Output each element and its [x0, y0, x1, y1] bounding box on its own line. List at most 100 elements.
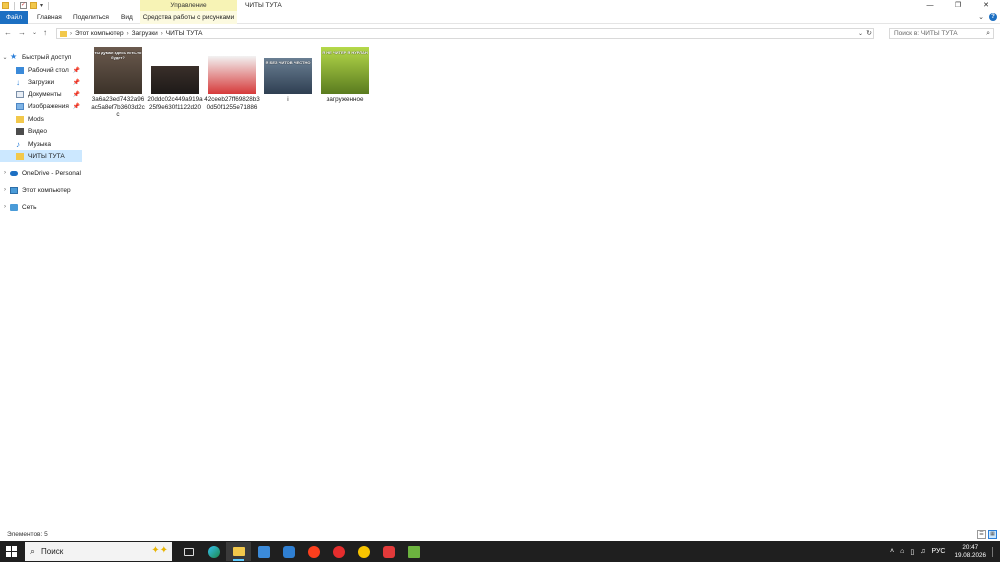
- file-explorer-icon[interactable]: [226, 542, 251, 561]
- expand-chevron-icon[interactable]: ›: [0, 187, 10, 193]
- cloud-icon: [10, 170, 18, 176]
- close-button[interactable]: ✕: [972, 0, 1000, 11]
- up-arrow-icon[interactable]: ↑: [43, 28, 47, 38]
- sidebar-item-label: Изображения: [28, 102, 69, 110]
- pin-icon[interactable]: 📌: [73, 79, 80, 86]
- details-view-icon[interactable]: ☰: [977, 530, 986, 539]
- large-icons-view-icon[interactable]: ▦: [988, 530, 997, 539]
- network-icon: [10, 203, 18, 211]
- expand-ribbon-chevron-icon[interactable]: ⌄: [978, 13, 984, 21]
- sidebar-item-quick-access[interactable]: ⌄ ★ Быстрый доступ: [0, 51, 82, 63]
- tab-picture-tools[interactable]: Средства работы с рисунками: [140, 11, 237, 24]
- video-app-icon[interactable]: [376, 542, 401, 561]
- system-tray: ˄ ⌂ ▯ ♫ РУС 20:47 19.08.2026: [887, 541, 1000, 562]
- sidebar-item-label: Видео: [28, 127, 47, 135]
- folder-icon: [60, 30, 67, 37]
- ribbon-right-controls: ⌄ ?: [978, 13, 997, 21]
- search-input[interactable]: Поиск в: ЧИТЫ ТУТА ⌕: [889, 28, 994, 39]
- navigation-bar: ← → ⌄ ↑ › Этот компьютер › Загрузки › ЧИ…: [0, 25, 1000, 41]
- task-view-icon[interactable]: [176, 542, 201, 561]
- yandex-browser-icon[interactable]: [301, 542, 326, 561]
- customize-toolbar-chevron-icon[interactable]: ▾: [40, 2, 43, 9]
- recent-locations-chevron-icon[interactable]: ⌄: [32, 28, 37, 38]
- file-name: загруженное: [326, 96, 364, 103]
- file-name: 20ddc02c449a919a25f9e630f1122d20: [147, 96, 203, 111]
- sidebar-item-videos[interactable]: Видео: [0, 125, 82, 137]
- new-folder-icon[interactable]: [30, 2, 37, 9]
- sidebar-item-label: ЧИТЫ ТУТА: [28, 152, 65, 160]
- file-tile[interactable]: Я БЕЗ ЧИТОВ ЧЕСТНО i: [260, 45, 316, 104]
- toolbar-divider: [48, 1, 50, 10]
- file-tile[interactable]: ты думал здесь есть-то будет? 3a6a23ed74…: [90, 45, 146, 119]
- file-tile[interactable]: 42ceeb27ff69828b30d50f1255e71886: [204, 45, 260, 111]
- sidebar-item-onedrive[interactable]: › OneDrive - Personal: [0, 167, 82, 179]
- volume-icon[interactable]: ♫: [920, 548, 925, 555]
- sidebar-item-pictures[interactable]: Изображения 📌: [0, 100, 82, 112]
- folder-icon: [2, 2, 9, 9]
- forward-arrow-icon[interactable]: →: [18, 28, 26, 38]
- expand-chevron-icon[interactable]: ›: [0, 170, 10, 176]
- sidebar-item-label: OneDrive - Personal: [22, 169, 81, 177]
- sidebar-item-downloads[interactable]: ↓ Загрузки 📌: [0, 76, 82, 88]
- sidebar-item-desktop[interactable]: Рабочий стол 📌: [0, 64, 82, 76]
- input-language[interactable]: РУС: [931, 548, 945, 555]
- taskbar: ⌕ Поиск ✦✦ ˄ ⌂ ▯ ♫ РУС 20:47 19.08.2026: [0, 541, 1000, 562]
- sidebar-item-network[interactable]: › Сеть: [0, 201, 82, 213]
- sidebar-item-mods[interactable]: Mods: [0, 113, 82, 125]
- edge-icon[interactable]: [201, 542, 226, 561]
- video-icon: [16, 127, 24, 135]
- music-app-icon[interactable]: [351, 542, 376, 561]
- network-tray-icon[interactable]: ⌂: [900, 548, 904, 555]
- maximize-button[interactable]: ❐: [944, 0, 972, 11]
- search-icon: ⌕: [30, 546, 36, 556]
- file-view: ты думал здесь есть-то будет? 3a6a23ed74…: [88, 45, 988, 525]
- breadcrumb-separator-icon[interactable]: ›: [127, 31, 129, 37]
- microsoft-store-icon[interactable]: [251, 542, 276, 561]
- help-icon[interactable]: ?: [989, 13, 997, 21]
- taskbar-search-box[interactable]: ⌕ Поиск ✦✦: [25, 542, 172, 561]
- tab-home[interactable]: Главная: [31, 11, 68, 24]
- sidebar-item-current-folder[interactable]: ЧИТЫ ТУТА: [0, 150, 82, 162]
- yandex-icon[interactable]: [326, 542, 351, 561]
- collapse-chevron-icon[interactable]: ⌄: [0, 54, 10, 61]
- back-arrow-icon[interactable]: ←: [4, 28, 12, 38]
- clock[interactable]: 20:47 19.08.2026: [954, 544, 986, 560]
- file-tile[interactable]: Я НЕ ЧИТЕР Я НУРЛАН загруженное: [317, 45, 373, 104]
- show-hidden-icons-chevron-icon[interactable]: ˄: [890, 548, 894, 555]
- address-dropdown-chevron-icon[interactable]: ⌄: [858, 30, 863, 37]
- sidebar-item-music[interactable]: ♪ Музыка: [0, 138, 82, 150]
- tab-view[interactable]: Вид: [115, 11, 139, 24]
- breadcrumb-downloads[interactable]: Загрузки: [132, 30, 158, 37]
- clock-time: 20:47: [962, 543, 979, 551]
- refresh-icon[interactable]: ↻: [866, 29, 872, 37]
- properties-icon[interactable]: ✓: [20, 2, 27, 9]
- folder-icon: [16, 152, 24, 160]
- breadcrumb-current-folder[interactable]: ЧИТЫ ТУТА: [166, 30, 203, 37]
- context-tab-header: Управление: [140, 0, 237, 11]
- file-tile[interactable]: 20ddc02c449a919a25f9e630f1122d20: [147, 45, 203, 111]
- pin-icon[interactable]: 📌: [73, 91, 80, 98]
- expand-chevron-icon[interactable]: ›: [0, 204, 10, 210]
- search-highlight-icon[interactable]: ✦✦: [151, 545, 168, 556]
- breadcrumb-separator-icon[interactable]: ›: [161, 31, 163, 37]
- tab-file[interactable]: Файл: [0, 11, 28, 24]
- folder-icon: [16, 115, 24, 123]
- breadcrumb-separator-icon[interactable]: ›: [70, 31, 72, 37]
- pin-icon[interactable]: 📌: [73, 103, 80, 110]
- address-bar[interactable]: › Этот компьютер › Загрузки › ЧИТЫ ТУТА …: [56, 28, 874, 39]
- breadcrumb-this-pc[interactable]: Этот компьютер: [75, 30, 124, 37]
- windows-start-icon[interactable]: [6, 546, 17, 557]
- minecraft-icon[interactable]: [401, 542, 426, 561]
- sidebar-item-documents[interactable]: Документы 📌: [0, 88, 82, 100]
- tab-share[interactable]: Поделиться: [67, 11, 115, 24]
- battery-icon[interactable]: ▯: [910, 548, 914, 556]
- sidebar-item-this-pc[interactable]: › Этот компьютер: [0, 184, 82, 196]
- navigation-pane: ⌄ ★ Быстрый доступ Рабочий стол 📌 ↓ Загр…: [0, 49, 82, 529]
- minimize-button[interactable]: —: [916, 0, 944, 11]
- thumbnail-image: [208, 56, 256, 94]
- show-desktop-button[interactable]: [992, 546, 998, 557]
- sidebar-item-label: Этот компьютер: [22, 186, 71, 194]
- pin-icon[interactable]: 📌: [73, 67, 80, 74]
- file-name: 3a6a23ed7432a96ac5a8ef7b3603d2cc: [91, 96, 145, 118]
- mail-icon[interactable]: [276, 542, 301, 561]
